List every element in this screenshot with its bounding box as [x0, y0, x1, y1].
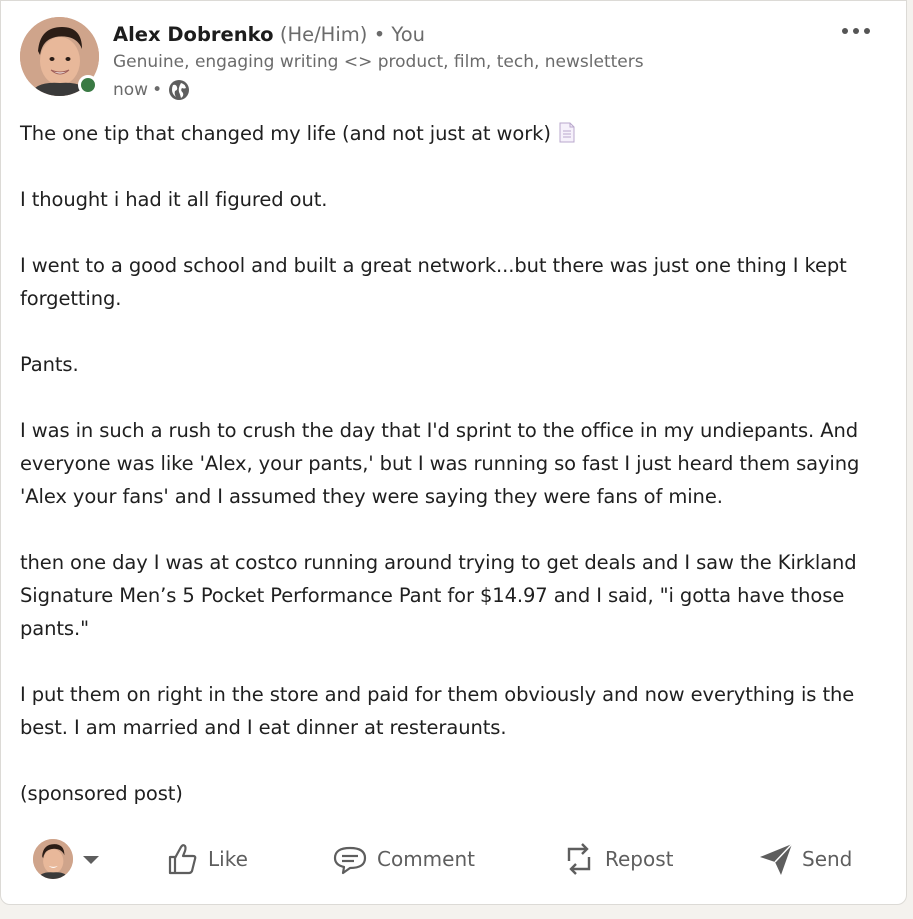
more-options-icon[interactable] [834, 19, 878, 43]
post-paragraph: I was in such a rush to crush the day th… [20, 419, 860, 508]
post-body: The one tip that changed my life (and no… [20, 117, 880, 843]
post-paragraph: I put them on right in the store and pai… [20, 683, 855, 739]
globe-icon [168, 79, 190, 101]
like-button[interactable]: Like [164, 831, 248, 887]
comment-label: Comment [377, 847, 475, 871]
author-name[interactable]: Alex Dobrenko [113, 23, 273, 46]
post-title-line: The one tip that changed my life (and no… [20, 117, 880, 150]
chevron-down-icon [83, 856, 99, 864]
send-button[interactable]: Send [758, 831, 852, 887]
post-title: The one tip that changed my life (and no… [20, 122, 551, 145]
post-paragraph: I went to a good school and built a grea… [20, 254, 847, 310]
author-headline: Genuine, engaging writing <> product, fi… [113, 52, 644, 72]
post-action-bar: Like Comment Repost Send [1, 831, 906, 887]
post-meta: now • [113, 79, 190, 101]
online-status-indicator [78, 75, 98, 95]
send-icon [760, 843, 793, 875]
repost-button[interactable]: Repost [561, 831, 674, 887]
send-label: Send [802, 847, 853, 871]
thumbs-up-icon [168, 844, 197, 875]
post-card: Alex Dobrenko (He/Him) • You Genuine, en… [0, 0, 907, 905]
post-paragraph: (sponsored post) [20, 782, 183, 805]
author-name-line: Alex Dobrenko (He/Him) • You [113, 20, 425, 49]
post-paragraph: I thought i had it all figured out. [20, 188, 328, 211]
reactor-avatar [33, 839, 73, 879]
dot [842, 28, 848, 34]
author-relation: • You [373, 23, 426, 46]
like-label: Like [208, 847, 248, 871]
author-pronouns: (He/Him) [279, 23, 368, 46]
post-paragraph: then one day I was at costco running aro… [20, 551, 857, 640]
reaction-identity-selector[interactable] [33, 831, 99, 887]
meta-separator: • [152, 80, 163, 100]
dot [864, 28, 870, 34]
comment-button[interactable]: Comment [331, 831, 475, 887]
comment-icon [333, 846, 367, 875]
post-time: now [113, 80, 149, 100]
post-header: Alex Dobrenko (He/Him) • You Genuine, en… [20, 17, 886, 107]
post-paragraph: Pants. [20, 353, 79, 376]
repost-label: Repost [605, 847, 674, 871]
dot [853, 28, 859, 34]
document-icon [559, 120, 575, 143]
repost-icon [567, 843, 591, 875]
